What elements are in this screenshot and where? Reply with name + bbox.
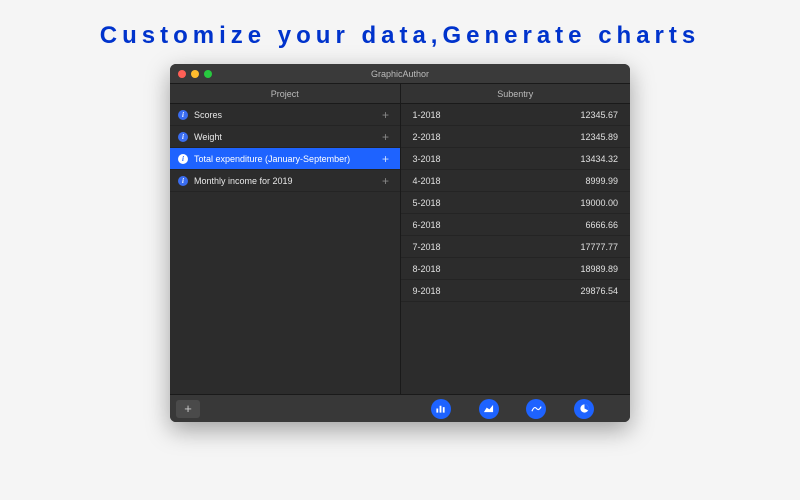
main-columns: Project i Scores + i Weight + i Total ex…	[170, 84, 630, 394]
subentry-row[interactable]: 2-2018 12345.89	[401, 126, 631, 148]
subentry-value: 17777.77	[580, 242, 618, 252]
project-row[interactable]: i Monthly income for 2019 +	[170, 170, 400, 192]
add-subentry-icon[interactable]: +	[380, 153, 392, 165]
minimize-icon[interactable]	[191, 70, 199, 78]
project-label: Scores	[194, 110, 380, 120]
line-chart-icon	[531, 403, 542, 414]
app-window: GraphicAuthor Project i Scores + i Weigh…	[170, 64, 630, 422]
window-title: GraphicAuthor	[170, 69, 630, 79]
fullscreen-icon[interactable]	[204, 70, 212, 78]
subentry-label: 8-2018	[413, 264, 581, 274]
subentry-value: 12345.67	[580, 110, 618, 120]
subentry-label: 9-2018	[413, 286, 581, 296]
subentry-column-header: Subentry	[401, 84, 631, 104]
pie-chart-button[interactable]	[574, 399, 594, 419]
titlebar[interactable]: GraphicAuthor	[170, 64, 630, 84]
subentry-label: 6-2018	[413, 220, 586, 230]
subentry-label: 4-2018	[413, 176, 586, 186]
subentry-row[interactable]: 6-2018 6666.66	[401, 214, 631, 236]
project-label: Monthly income for 2019	[194, 176, 380, 186]
subentry-label: 5-2018	[413, 198, 581, 208]
traffic-lights	[170, 70, 212, 78]
add-project-button[interactable]: +	[176, 400, 200, 418]
project-list: i Scores + i Weight + i Total expenditur…	[170, 104, 400, 394]
subentry-value: 12345.89	[580, 132, 618, 142]
bar-chart-button[interactable]	[431, 399, 451, 419]
area-chart-button[interactable]	[479, 399, 499, 419]
add-subentry-icon[interactable]: +	[380, 175, 392, 187]
bar-chart-icon	[435, 403, 446, 414]
add-subentry-icon[interactable]: +	[380, 109, 392, 121]
page-tagline: Customize your data,Generate charts	[0, 0, 800, 64]
subentry-row[interactable]: 1-2018 12345.67	[401, 104, 631, 126]
subentry-list: 1-2018 12345.67 2-2018 12345.89 3-2018 1…	[401, 104, 631, 394]
subentry-label: 7-2018	[413, 242, 581, 252]
close-icon[interactable]	[178, 70, 186, 78]
subentry-value: 19000.00	[580, 198, 618, 208]
subentry-label: 3-2018	[413, 154, 581, 164]
pie-chart-icon	[579, 403, 590, 414]
footer-right	[395, 399, 630, 419]
subentry-value: 8999.99	[585, 176, 618, 186]
info-icon[interactable]: i	[178, 132, 188, 142]
subentry-value: 13434.32	[580, 154, 618, 164]
subentry-row[interactable]: 8-2018 18989.89	[401, 258, 631, 280]
subentry-row[interactable]: 7-2018 17777.77	[401, 236, 631, 258]
subentry-column: Subentry 1-2018 12345.67 2-2018 12345.89…	[401, 84, 631, 394]
subentry-value: 29876.54	[580, 286, 618, 296]
info-icon[interactable]: i	[178, 176, 188, 186]
project-row[interactable]: i Scores +	[170, 104, 400, 126]
area-chart-icon	[483, 403, 494, 414]
subentry-row[interactable]: 9-2018 29876.54	[401, 280, 631, 302]
project-row[interactable]: i Weight +	[170, 126, 400, 148]
footer-left: +	[170, 400, 395, 418]
info-icon[interactable]: i	[178, 154, 188, 164]
subentry-row[interactable]: 5-2018 19000.00	[401, 192, 631, 214]
add-subentry-icon[interactable]: +	[380, 131, 392, 143]
subentry-value: 18989.89	[580, 264, 618, 274]
subentry-row[interactable]: 4-2018 8999.99	[401, 170, 631, 192]
project-row[interactable]: i Total expenditure (January-September) …	[170, 148, 400, 170]
info-icon[interactable]: i	[178, 110, 188, 120]
project-label: Weight	[194, 132, 380, 142]
subentry-row[interactable]: 3-2018 13434.32	[401, 148, 631, 170]
footer-toolbar: +	[170, 394, 630, 422]
subentry-value: 6666.66	[585, 220, 618, 230]
line-chart-button[interactable]	[526, 399, 546, 419]
project-column: Project i Scores + i Weight + i Total ex…	[170, 84, 401, 394]
subentry-label: 2-2018	[413, 132, 581, 142]
subentry-label: 1-2018	[413, 110, 581, 120]
project-label: Total expenditure (January-September)	[194, 154, 380, 164]
project-column-header: Project	[170, 84, 400, 104]
